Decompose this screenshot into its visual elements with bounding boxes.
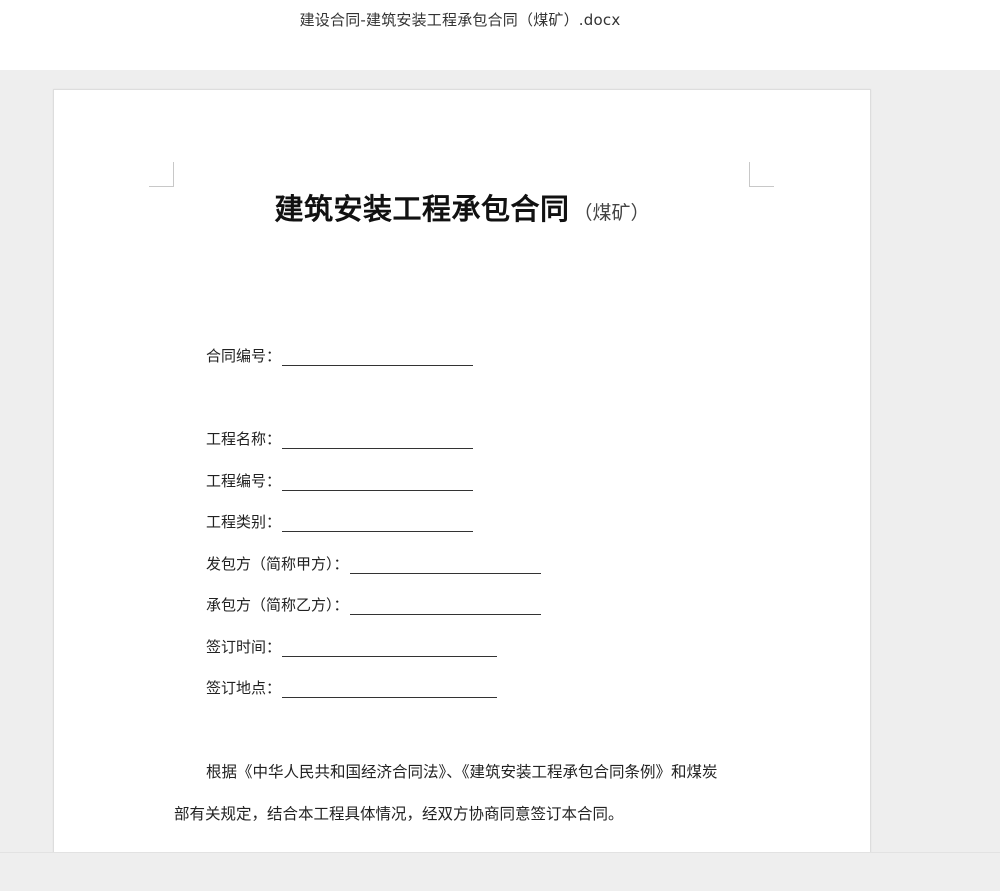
document-title-main: 建筑安装工程承包合同 (274, 192, 570, 226)
blank-line (282, 472, 474, 491)
bottom-bar (0, 852, 1000, 891)
field-label: 签订地点： (206, 679, 282, 697)
field-label: 签订时间： (206, 638, 282, 656)
field-signing-date: 签订时间： (206, 637, 498, 657)
document-title-subtitle: （煤矿） (573, 202, 650, 224)
field-contract-number: 合同编号： (206, 346, 474, 366)
blank-line (282, 430, 474, 449)
body-paragraph-line-1: 根据《中华人民共和国经济合同法》、《建筑安装工程承包合同条例》和煤炭 (206, 763, 718, 781)
blank-line (282, 638, 498, 657)
blank-line (349, 555, 541, 574)
blank-line (282, 347, 474, 366)
field-label: 合同编号： (206, 347, 282, 365)
field-contractor-party-b: 承包方（简称乙方）： (206, 595, 541, 615)
title-bar: 建设合同-建筑安装工程承包合同（煤矿）.docx (0, 0, 1000, 70)
blank-line (349, 596, 541, 615)
margin-corner-mark-top-right (749, 162, 774, 187)
field-label: 工程类别： (206, 513, 282, 531)
margin-corner-mark-top-left (149, 162, 174, 187)
document-file-name: 建设合同-建筑安装工程承包合同（煤矿）.docx (299, 11, 621, 29)
field-label: 工程编号： (206, 472, 282, 490)
document-page: 建筑安装工程承包合同 （煤矿） 合同编号： 工程名称： 工程编号： 工程类别： 发… (53, 89, 871, 861)
body-paragraph-line-2: 部有关规定，结合本工程具体情况，经双方协商同意签订本合同。 (174, 805, 624, 823)
blank-line (282, 679, 498, 698)
blank-line (282, 513, 474, 532)
field-label: 工程名称： (206, 430, 282, 448)
field-employer-party-a: 发包方（简称甲方）： (206, 554, 541, 574)
field-signing-place: 签订地点： (206, 678, 498, 698)
field-project-name: 工程名称： (206, 429, 474, 449)
field-project-number: 工程编号： (206, 471, 474, 491)
document-title: 建筑安装工程承包合同 （煤矿） (54, 186, 870, 228)
field-project-category: 工程类别： (206, 512, 474, 532)
field-label: 发包方（简称甲方）： (206, 555, 349, 573)
field-label: 承包方（简称乙方）： (206, 596, 349, 614)
